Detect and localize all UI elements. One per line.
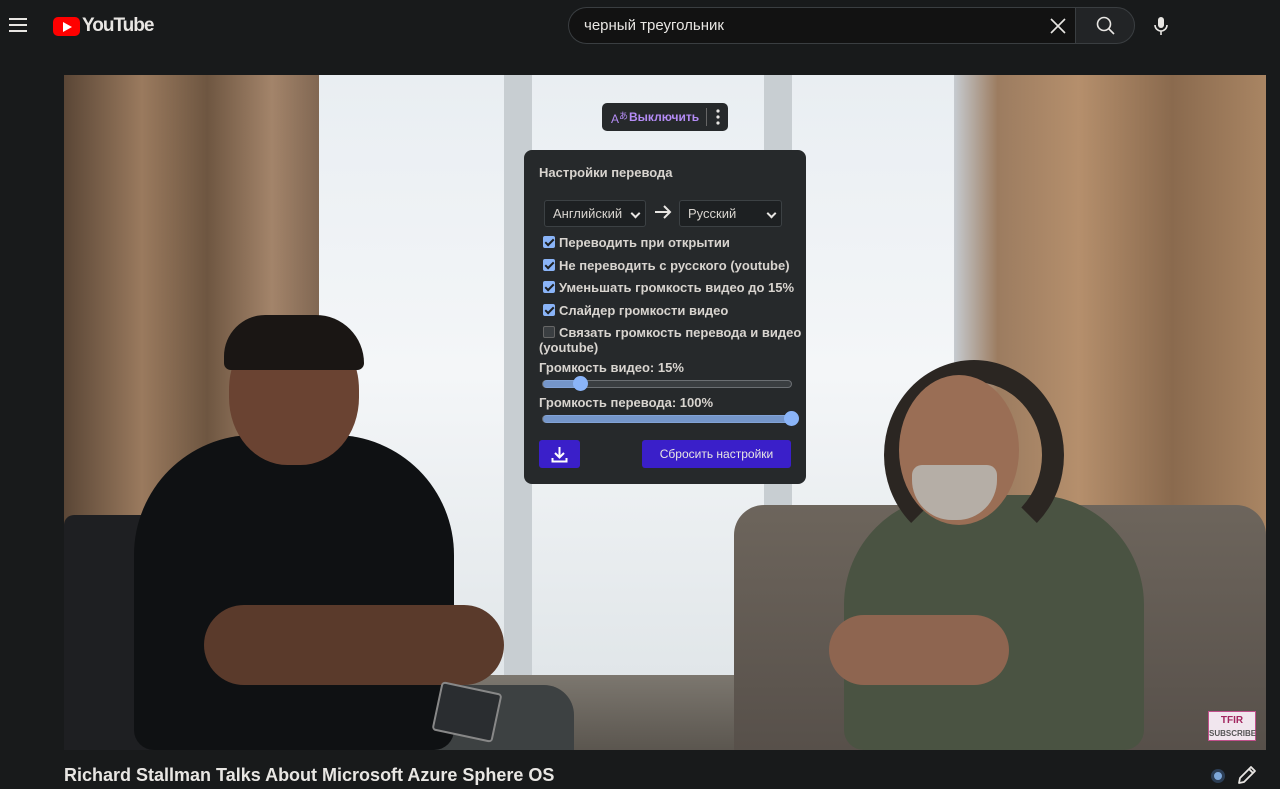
channel-watermark[interactable]: TFIR SUBSCRIBE [1208, 711, 1256, 741]
video-frame-person [224, 315, 364, 370]
option-reduce-volume: Уменьшать громкость видео до 15% [543, 280, 794, 295]
option-link-volume: Связать громкость перевода и видео [543, 325, 801, 340]
logo-text: YouTube [82, 15, 154, 36]
status-dot-icon[interactable] [1211, 769, 1225, 783]
slider-thumb[interactable] [784, 411, 799, 426]
target-language-select[interactable]: Русский [679, 200, 782, 227]
search-input[interactable]: черный треугольник [568, 7, 1076, 44]
svg-text:あ: あ [619, 111, 628, 121]
translate-icon: A あ [611, 111, 628, 126]
pencil-icon[interactable] [1236, 764, 1258, 786]
video-frame-person [829, 615, 1009, 685]
video-volume-label: Громкость видео: 15% [539, 360, 684, 375]
translation-volume-slider[interactable] [542, 411, 799, 426]
clear-icon[interactable] [1046, 14, 1070, 38]
chevron-down-icon [630, 208, 641, 219]
download-icon [551, 447, 568, 463]
search-button[interactable] [1075, 7, 1135, 44]
menu-icon[interactable] [8, 14, 30, 38]
svg-text:A: A [611, 112, 619, 126]
divider [706, 108, 708, 126]
chevron-down-icon [766, 208, 777, 219]
masthead: YouTube черный треугольник [0, 0, 1280, 54]
translation-volume-label: Громкость перевода: 100% [539, 395, 714, 410]
reset-settings-button[interactable]: Сбросить настройки [642, 440, 791, 468]
video-title: Richard Stallman Talks About Microsoft A… [64, 765, 555, 785]
youtube-play-icon [53, 16, 80, 36]
option-label: Уменьшать громкость видео до 15% [559, 280, 795, 295]
checkbox[interactable] [543, 259, 555, 271]
search-icon [1096, 16, 1115, 35]
search-query[interactable]: черный треугольник [584, 17, 724, 34]
option-skip-russian: Не переводить с русского (youtube) [543, 258, 790, 273]
translate-off-button[interactable]: Выключить [629, 110, 699, 124]
checkbox[interactable] [543, 281, 555, 293]
mic-icon[interactable] [1146, 11, 1176, 41]
option-label: Не переводить с русского (youtube) [559, 258, 790, 273]
watermark-bottom: SUBSCRIBE [1209, 729, 1257, 738]
translation-settings-panel: Настройки перевода Английский Русский Пе… [524, 150, 806, 484]
download-button[interactable] [539, 440, 580, 468]
option-volume-slider: Слайдер громкости видео [543, 303, 728, 318]
option-label: Связать громкость перевода и видео [559, 325, 802, 340]
slider-fill [543, 415, 791, 423]
checkbox[interactable] [543, 236, 555, 248]
option-translate-on-open: Переводить при открытии [543, 235, 730, 250]
video-frame-person [134, 435, 454, 750]
video-volume-slider[interactable] [542, 376, 792, 391]
video-frame-person [204, 605, 504, 685]
watermark-top: TFIR [1220, 715, 1244, 726]
panel-title: Настройки перевода [539, 165, 673, 180]
translate-toggle: A あ Выключить [602, 103, 728, 131]
slider-thumb[interactable] [573, 376, 588, 391]
source-language-value: Английский [553, 206, 623, 221]
option-link-volume-cont: (youtube) [539, 340, 599, 355]
checkbox[interactable] [543, 326, 555, 338]
checkbox[interactable] [543, 304, 555, 316]
more-vert-icon[interactable] [711, 107, 725, 127]
youtube-logo[interactable]: YouTube [53, 15, 154, 37]
option-label: Слайдер громкости видео [559, 303, 729, 318]
option-label: Переводить при открытии [559, 235, 730, 250]
arrow-right-icon [655, 205, 672, 219]
source-language-select[interactable]: Английский [544, 200, 646, 227]
target-language-value: Русский [688, 206, 737, 221]
